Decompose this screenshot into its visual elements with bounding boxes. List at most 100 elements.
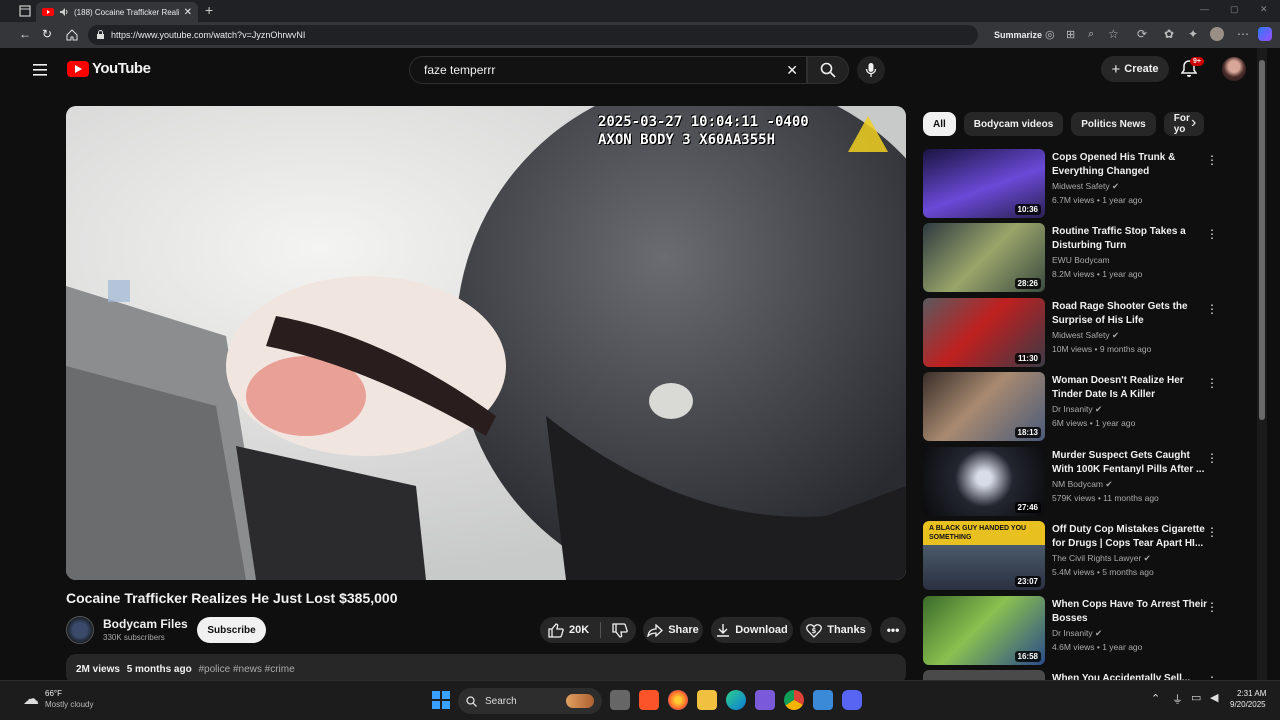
new-tab-icon[interactable]: +	[205, 2, 213, 18]
page-scrollbar[interactable]	[1257, 48, 1267, 680]
back-icon[interactable]: ←	[19, 27, 31, 41]
video-player[interactable]: 2025-03-27 10:04:11 -0400 AXON BODY 3 X6…	[66, 106, 906, 580]
more-vertical-icon[interactable]: ⋮	[1206, 376, 1218, 390]
share-button[interactable]: Share	[643, 617, 703, 643]
lock-icon[interactable]	[96, 30, 105, 40]
scrollbar-thumb[interactable]	[1259, 60, 1265, 420]
video-thumbnail[interactable]: 11:30	[923, 298, 1045, 367]
close-tab-icon[interactable]: ✕	[184, 7, 192, 18]
recommendation-title[interactable]: Murder Suspect Gets Caught With 100K Fen…	[1052, 449, 1212, 477]
audio-playing-icon[interactable]	[59, 7, 69, 17]
video-thumbnail[interactable]	[923, 670, 1045, 680]
more-vertical-icon[interactable]: ⋮	[1206, 153, 1218, 167]
subscribe-button[interactable]: Subscribe	[197, 617, 266, 643]
video-thumbnail[interactable]: 27:46	[923, 447, 1045, 516]
recommendation-item[interactable]: 16:58 When Cops Have To Arrest Their Bos…	[923, 596, 1253, 666]
display-tray-icon[interactable]: ▭	[1191, 691, 1201, 704]
like-button[interactable]: 20K	[548, 622, 589, 638]
recommendation-item[interactable]: 27:46 Murder Suspect Gets Caught With 10…	[923, 447, 1253, 517]
chrome-icon[interactable]	[784, 690, 804, 710]
brave-browser-icon[interactable]	[639, 690, 659, 710]
video-thumbnail[interactable]: 18:13	[923, 372, 1045, 441]
clear-search-icon[interactable]: ✕	[786, 62, 798, 79]
weather-temperature[interactable]: 66°F	[45, 689, 62, 698]
recommendation-item[interactable]: 10:36 Cops Opened His Trunk & Everything…	[923, 149, 1253, 219]
taskbar-search[interactable]: Search	[458, 688, 602, 714]
more-vertical-icon[interactable]: ⋮	[1206, 451, 1218, 465]
recommendation-title[interactable]: Road Rage Shooter Gets the Surprise of H…	[1052, 300, 1212, 328]
recommendation-channel[interactable]: The Civil Rights Lawyer	[1052, 553, 1141, 563]
thanks-button[interactable]: $ Thanks	[800, 617, 872, 643]
weather-cloud-icon[interactable]: ☁	[23, 689, 39, 709]
recommendation-title[interactable]: Routine Traffic Stop Takes a Disturbing …	[1052, 225, 1212, 253]
chip-all[interactable]: All	[923, 112, 956, 136]
recommendation-title[interactable]: Woman Doesn't Realize Her Tinder Date Is…	[1052, 374, 1212, 402]
firefox-icon[interactable]	[668, 690, 688, 710]
notifications-button[interactable]: 9+	[1180, 57, 1204, 80]
recommendation-title[interactable]: When Cops Have To Arrest Their Bosses	[1052, 598, 1212, 626]
close-window-icon[interactable]: ✕	[1260, 4, 1268, 15]
recommendation-item[interactable]: 28:26 Routine Traffic Stop Takes a Distu…	[923, 223, 1253, 293]
collections-icon[interactable]: ✦	[1188, 27, 1198, 41]
recommendation-title[interactable]: Cops Opened His Trunk & Everything Chang…	[1052, 151, 1212, 179]
game-controller-icon[interactable]	[755, 690, 775, 710]
summarize-button[interactable]: Summarize	[994, 30, 1042, 40]
apps-icon[interactable]: ⊞	[1066, 28, 1075, 41]
video-thumbnail[interactable]: A BLACK GUY HANDED YOU SOMETHING 23:07	[923, 521, 1045, 590]
browser-menu-icon[interactable]: ⋯	[1237, 27, 1249, 41]
hashtags[interactable]: #police #news #crime	[199, 664, 295, 675]
sync-icon[interactable]: ⟳	[1137, 27, 1147, 41]
chevron-right-icon[interactable]: ›	[1191, 114, 1196, 132]
microphone-tray-icon[interactable]: ⏚	[1172, 691, 1183, 707]
chip-bodycam-videos[interactable]: Bodycam videos	[963, 112, 1064, 136]
address-bar[interactable]: https://www.youtube.com/watch?v=JyznOhrw…	[88, 25, 978, 45]
maximize-window-icon[interactable]: ▢	[1230, 4, 1239, 15]
volume-tray-icon[interactable]: ◀	[1210, 691, 1218, 704]
favorite-star-icon[interactable]: ☆	[1108, 27, 1119, 41]
recommendation-title[interactable]: When You Accidentally Sell...	[1052, 672, 1212, 680]
video-thumbnail[interactable]: 28:26	[923, 223, 1045, 292]
description-box[interactable]: 2M views 5 months ago #police #news #cri…	[66, 654, 906, 680]
recommendation-channel[interactable]: Dr Insanity	[1052, 628, 1093, 638]
search-input[interactable]: faze temperrr ✕	[409, 56, 807, 84]
recommendation-channel[interactable]: Midwest Safety	[1052, 330, 1110, 340]
recommendation-channel[interactable]: Dr Insanity	[1052, 404, 1093, 414]
refresh-icon[interactable]: ↻	[42, 27, 52, 41]
more-vertical-icon[interactable]: ⋮	[1206, 600, 1218, 614]
recommendation-item[interactable]: When You Accidentally Sell... ⋮	[923, 670, 1253, 680]
more-vertical-icon[interactable]: ⋮	[1206, 525, 1218, 539]
task-view-icon[interactable]	[610, 690, 630, 710]
video-thumbnail[interactable]: 16:58	[923, 596, 1045, 665]
account-avatar[interactable]	[1222, 57, 1246, 81]
recommendation-channel[interactable]: NM Bodycam	[1052, 479, 1103, 489]
recommendation-channel[interactable]: EWU Bodycam	[1052, 255, 1110, 265]
recommendation-item[interactable]: A BLACK GUY HANDED YOU SOMETHING 23:07 O…	[923, 521, 1253, 591]
read-aloud-icon[interactable]: ◎	[1045, 28, 1055, 41]
download-button[interactable]: Download	[711, 617, 793, 643]
zoom-icon[interactable]: ⌕	[1088, 28, 1094, 41]
edge-browser-icon[interactable]	[726, 690, 746, 710]
clock-date[interactable]: 9/20/2025	[1230, 700, 1266, 709]
clock-time[interactable]: 2:31 AM	[1237, 689, 1266, 698]
channel-name[interactable]: Bodycam Files	[103, 617, 188, 631]
youtube-logo[interactable]: YouTube	[67, 60, 151, 77]
copilot-icon[interactable]	[1258, 27, 1272, 41]
profile-avatar-icon[interactable]	[1210, 27, 1224, 41]
home-icon[interactable]	[66, 29, 78, 41]
channel-avatar[interactable]	[66, 616, 94, 644]
more-vertical-icon[interactable]: ⋮	[1206, 302, 1218, 316]
windows-start-icon[interactable]	[432, 691, 450, 709]
hamburger-menu-icon[interactable]	[33, 63, 49, 77]
recommendation-item[interactable]: 18:13 Woman Doesn't Realize Her Tinder D…	[923, 372, 1253, 442]
thumbs-down-icon[interactable]	[612, 622, 628, 638]
voice-search-button[interactable]	[857, 56, 885, 84]
recommendation-title[interactable]: Off Duty Cop Mistakes Cigarette for Drug…	[1052, 523, 1212, 551]
recommendation-channel[interactable]: Midwest Safety	[1052, 181, 1110, 191]
discord-icon[interactable]	[842, 690, 862, 710]
video-thumbnail[interactable]: 10:36	[923, 149, 1045, 218]
recommendation-item[interactable]: 11:30 Road Rage Shooter Gets the Surpris…	[923, 298, 1253, 368]
ms-store-icon[interactable]	[813, 690, 833, 710]
browser-tab-active[interactable]: (188) Cocaine Trafficker Reali ✕	[36, 2, 198, 22]
chip-for-you[interactable]: For yo	[1163, 112, 1204, 136]
chip-politics-news[interactable]: Politics News	[1071, 112, 1156, 136]
